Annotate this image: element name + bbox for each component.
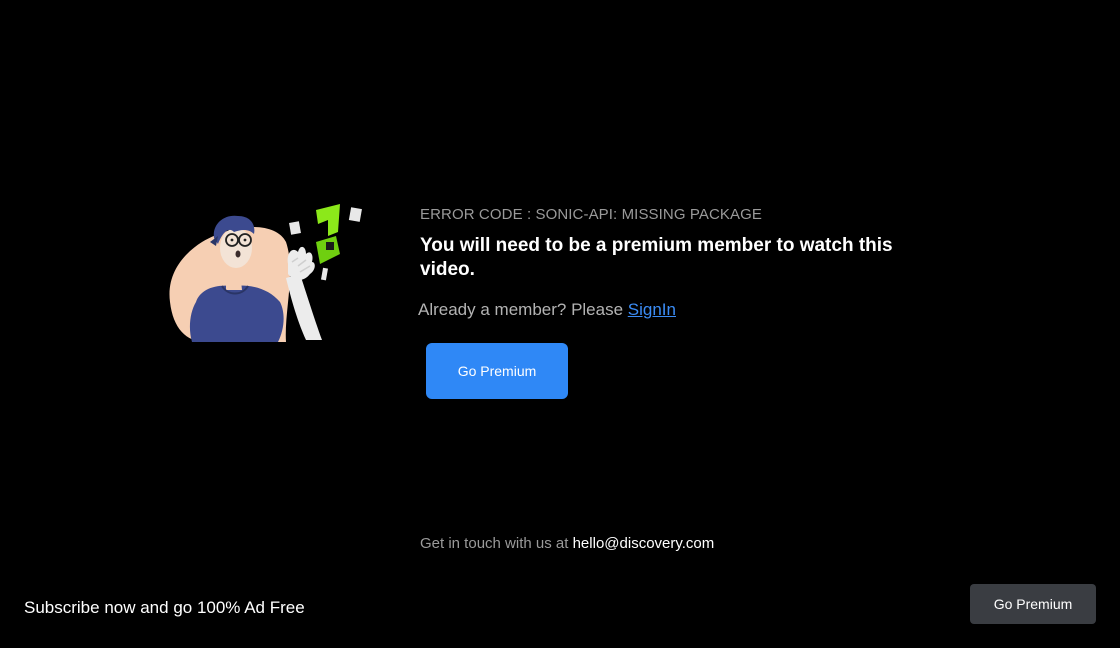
contact-prompt: Get in touch with us at xyxy=(420,535,569,552)
signin-link[interactable]: SignIn xyxy=(628,300,676,319)
signin-prompt-text: Already a member? Please xyxy=(418,300,624,319)
error-code: ERROR CODE : SONIC-API: MISSING PACKAGE xyxy=(420,206,763,223)
contact-line: Get in touch with us at hello@discovery.… xyxy=(420,534,714,554)
contact-email: hello@discovery.com xyxy=(572,535,715,552)
surprised-person-illustration xyxy=(166,202,368,348)
signin-prompt-line: Already a member? Please SignIn xyxy=(418,299,676,321)
footer-banner-text: Subscribe now and go 100% Ad Free xyxy=(24,598,305,617)
go-premium-button[interactable]: Go Premium xyxy=(426,343,568,399)
footer-go-premium-button[interactable]: Go Premium xyxy=(970,584,1096,624)
error-message: You will need to be a premium member to … xyxy=(420,235,893,280)
error-block: ERROR CODE : SONIC-API: MISSING PACKAGE … xyxy=(420,206,920,282)
